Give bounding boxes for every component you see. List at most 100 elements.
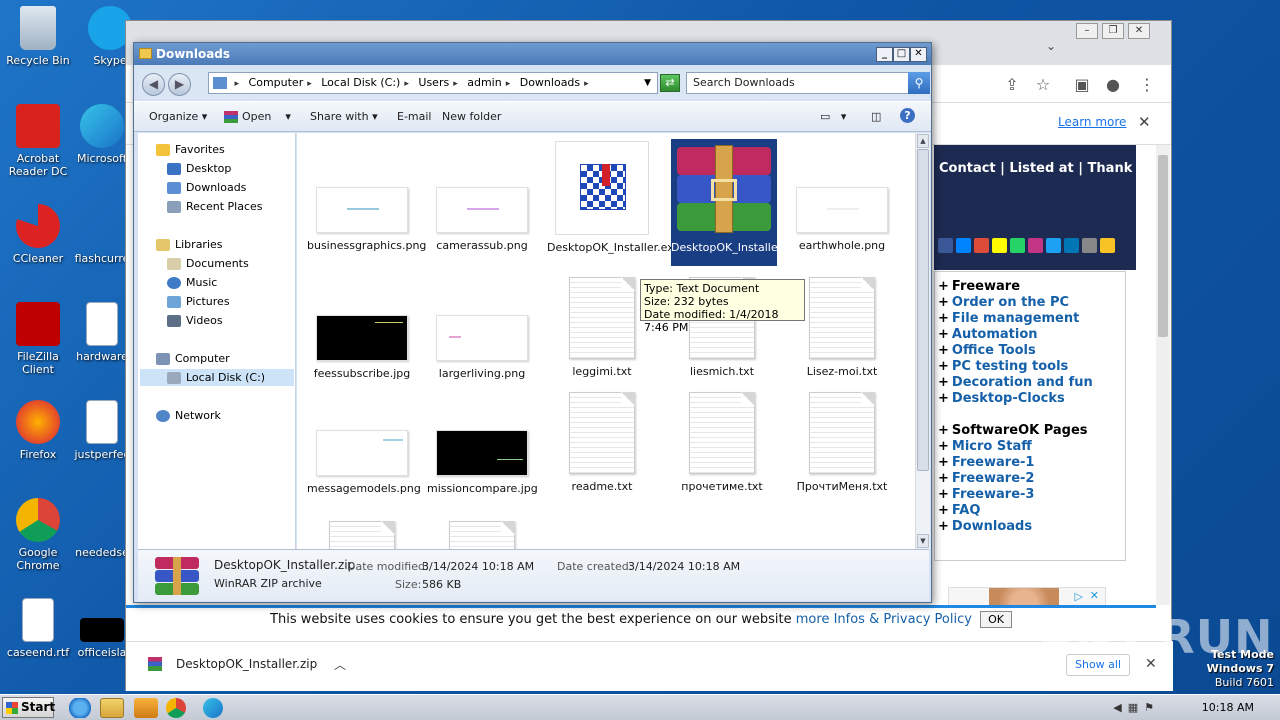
messenger-icon[interactable]: [956, 238, 971, 253]
bookmark-icon[interactable]: [1100, 238, 1115, 253]
menu-link[interactable]: + Office Tools: [935, 343, 1125, 359]
menu-link[interactable]: + Order on the PC: [935, 295, 1125, 311]
view-options-icon[interactable]: ▭ ▾: [820, 110, 846, 123]
dropdown-arrow-icon[interactable]: ▼: [644, 73, 651, 93]
media-player-icon[interactable]: [134, 698, 158, 718]
menu-link[interactable]: + Freeware-1: [935, 455, 1125, 471]
new-folder-button[interactable]: New folder: [442, 110, 501, 123]
open-button[interactable]: Open ▾: [224, 110, 291, 123]
nav-documents[interactable]: Documents: [167, 257, 249, 270]
minimize-button[interactable]: –: [1076, 23, 1098, 39]
file-item-selected[interactable]: DesktopOK_Installer.zip: [671, 139, 800, 266]
explorer-taskbar-icon[interactable]: [100, 698, 124, 718]
ie-icon[interactable]: [68, 698, 92, 718]
nav-desktop[interactable]: Desktop: [167, 162, 231, 175]
organize-button[interactable]: Organize ▾: [149, 110, 207, 123]
menu-link[interactable]: + Decoration and fun: [935, 375, 1125, 391]
maximize-button[interactable]: □: [893, 47, 910, 62]
linkedin-icon[interactable]: [1064, 238, 1079, 253]
download-file-name[interactable]: DesktopOK_Installer.zip: [176, 657, 317, 671]
nav-videos[interactable]: Videos: [167, 314, 223, 327]
refresh-button[interactable]: ⇄: [660, 74, 680, 92]
file-item[interactable]: DesktopOK_Installer.exe: [547, 141, 680, 254]
privacy-policy-link[interactable]: more Infos & Privacy Policy: [796, 612, 972, 627]
start-button[interactable]: Start: [2, 697, 55, 718]
file-item[interactable]: largerliving.png: [427, 315, 537, 380]
profile-icon[interactable]: ●: [1102, 74, 1124, 96]
twitter-icon[interactable]: [1046, 238, 1061, 253]
file-item[interactable]: feessubscribe.jpg: [307, 315, 417, 380]
nav-computer[interactable]: Computer: [156, 352, 230, 365]
menu-link[interactable]: + Downloads: [935, 519, 1125, 535]
instagram-icon[interactable]: [1028, 238, 1043, 253]
file-item[interactable]: ПрочтиМеня.txt: [787, 392, 897, 493]
edge-taskbar-icon[interactable]: [203, 698, 223, 718]
ad-choices-icon[interactable]: ▷: [1075, 590, 1083, 603]
snapchat-icon[interactable]: [992, 238, 1007, 253]
nav-local-disk[interactable]: Local Disk (C:): [140, 369, 294, 386]
email-button[interactable]: E-mail: [397, 110, 432, 123]
network-icon[interactable]: ▦: [1128, 701, 1144, 714]
restore-button[interactable]: ❐: [1102, 23, 1124, 39]
file-item[interactable]: [427, 521, 537, 549]
google-plus-icon[interactable]: [974, 238, 989, 253]
nav-libraries[interactable]: Libraries: [156, 238, 223, 251]
preview-pane-icon[interactable]: ◫: [871, 110, 881, 123]
file-item[interactable]: missioncompare.jpg: [427, 430, 538, 495]
chevron-down-icon[interactable]: ⌄: [1046, 39, 1056, 53]
share-with-button[interactable]: Share with ▾: [310, 110, 378, 123]
print-icon[interactable]: [1082, 238, 1097, 253]
page-scrollbar[interactable]: [1156, 145, 1170, 605]
file-item[interactable]: прочетиме.txt: [667, 392, 777, 493]
recycle-bin-icon[interactable]: Recycle Bin: [0, 6, 76, 67]
minimize-button[interactable]: _: [876, 47, 893, 62]
file-item[interactable]: messagemodels.png: [307, 430, 421, 495]
scroll-up-arrow[interactable]: ▲: [917, 134, 929, 148]
menu-link[interactable]: + Micro Staff: [935, 439, 1125, 455]
file-item[interactable]: camerassub.png: [427, 187, 537, 252]
menu-link[interactable]: + Desktop-Clocks: [935, 391, 1125, 407]
cookie-ok-button[interactable]: OK: [980, 611, 1012, 628]
facebook-icon[interactable]: [938, 238, 953, 253]
flag-icon[interactable]: ⚑: [1144, 701, 1160, 714]
file-item[interactable]: businessgraphics.png: [307, 187, 426, 252]
search-input[interactable]: Search Downloads ⚲: [686, 72, 930, 94]
breadcrumb-local-disk[interactable]: Local Disk (C:): [321, 76, 400, 89]
file-item[interactable]: readme.txt: [547, 392, 657, 493]
menu-link[interactable]: + Freeware-2: [935, 471, 1125, 487]
breadcrumb-downloads[interactable]: Downloads: [520, 76, 580, 89]
menu-link[interactable]: + Freeware-3: [935, 487, 1125, 503]
side-panel-icon[interactable]: ▣: [1071, 74, 1093, 96]
close-icon[interactable]: ✕: [1090, 589, 1099, 602]
chevron-up-icon[interactable]: ︿: [334, 656, 346, 673]
close-button[interactable]: ✕: [910, 47, 927, 62]
menu-icon[interactable]: ⋮: [1136, 74, 1158, 96]
breadcrumb-admin[interactable]: admin: [467, 76, 501, 89]
star-icon[interactable]: ☆: [1032, 74, 1054, 96]
search-icon[interactable]: ⚲: [908, 72, 930, 94]
site-nav-links[interactable]: Contact | Listed at | Thank you: [939, 161, 1164, 176]
file-list-scrollbar[interactable]: ▲ ▼: [915, 133, 930, 549]
taskbar-clock[interactable]: 10:18 AM: [1202, 701, 1254, 714]
file-item[interactable]: [307, 521, 417, 549]
file-item[interactable]: earthwhole.png: [787, 187, 897, 252]
whatsapp-icon[interactable]: [1010, 238, 1025, 253]
nav-pictures[interactable]: Pictures: [167, 295, 230, 308]
volume-icon[interactable]: ◀: [1113, 701, 1127, 714]
menu-link[interactable]: + File management: [935, 311, 1125, 327]
nav-recent-places[interactable]: Recent Places: [167, 200, 263, 213]
back-button[interactable]: ◀: [142, 73, 165, 96]
menu-link[interactable]: + FAQ: [935, 503, 1125, 519]
nav-favorites[interactable]: Favorites: [156, 143, 225, 156]
scrollbar-thumb[interactable]: [917, 149, 929, 471]
breadcrumb-separator[interactable]: ▸: [235, 79, 240, 89]
menu-link[interactable]: + PC testing tools: [935, 359, 1125, 375]
explorer-title-bar[interactable]: Downloads _ □ ✕: [134, 43, 931, 65]
close-button[interactable]: ✕: [1128, 23, 1150, 39]
forward-button[interactable]: ▶: [168, 73, 191, 96]
breadcrumb-users[interactable]: Users: [418, 76, 449, 89]
nav-network[interactable]: Network: [156, 409, 221, 422]
nav-downloads[interactable]: Downloads: [167, 181, 246, 194]
share-icon[interactable]: ⇪: [1001, 74, 1023, 96]
breadcrumb-computer[interactable]: Computer: [249, 76, 304, 89]
